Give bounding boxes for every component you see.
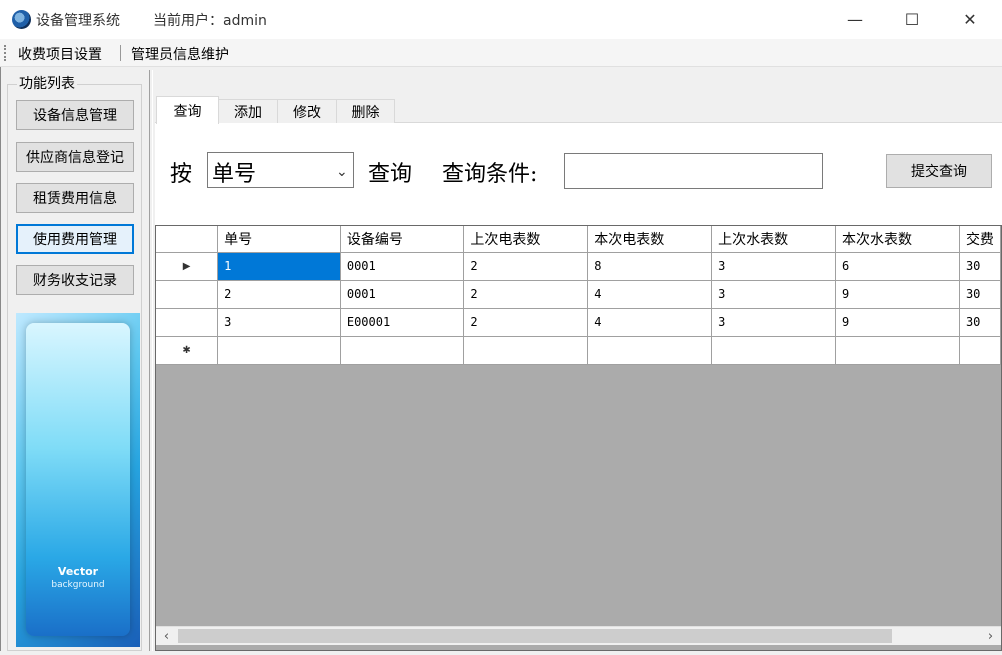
grid-cell[interactable] <box>835 336 960 365</box>
new-row-icon[interactable]: ✱ <box>156 336 219 365</box>
banner-image: Vector background <box>16 313 140 647</box>
table-row[interactable]: ▶ 1 0001 2 8 3 6 30 <box>156 252 1001 281</box>
scroll-left-icon[interactable]: ‹ <box>158 628 175 644</box>
column-header[interactable]: 设备编号 <box>340 226 465 253</box>
row-header-corner <box>156 226 219 253</box>
minimize-button[interactable]: — <box>826 0 884 39</box>
row-header[interactable] <box>156 308 219 337</box>
close-button[interactable]: ✕ <box>941 0 999 39</box>
column-header[interactable]: 上次水表数 <box>711 226 837 253</box>
by-label: 按 <box>170 162 193 187</box>
tab-delete[interactable]: 删除 <box>336 99 395 123</box>
window-bottom-edge <box>0 651 1002 655</box>
grid-cell[interactable]: 2 <box>463 252 589 281</box>
grid-cell[interactable]: 4 <box>587 280 713 309</box>
menu-fee-settings[interactable]: 收费项目设置 <box>18 44 102 64</box>
grid-cell[interactable]: 30 <box>959 308 1001 337</box>
column-header[interactable]: 本次水表数 <box>835 226 960 253</box>
grid-cell[interactable]: 30 <box>959 280 1001 309</box>
menu-grip <box>4 45 6 61</box>
column-header[interactable]: 交费 <box>959 226 1001 253</box>
grid-cell[interactable]: 9 <box>835 280 960 309</box>
tab-edit[interactable]: 修改 <box>277 99 337 123</box>
submit-query-button[interactable]: 提交查询 <box>886 154 992 188</box>
grid-cell[interactable]: 3 <box>711 280 837 309</box>
menu-admin-maintenance[interactable]: 管理员信息维护 <box>131 44 229 64</box>
row-header[interactable] <box>156 280 219 309</box>
grid-cell[interactable] <box>217 336 341 365</box>
grid-cell[interactable]: 0001 <box>340 252 465 281</box>
grid-cell[interactable]: 8 <box>587 252 713 281</box>
table-row[interactable]: 2 0001 2 4 3 9 30 <box>156 280 1001 309</box>
panel-splitter[interactable] <box>149 70 153 655</box>
function-list-label: 功能列表 <box>17 73 77 93</box>
column-header[interactable]: 上次电表数 <box>463 226 589 253</box>
grid-cell[interactable]: 2 <box>463 280 589 309</box>
grid-cell[interactable] <box>711 336 837 365</box>
condition-input[interactable] <box>564 153 823 189</box>
grid-cell[interactable]: E00001 <box>340 308 465 337</box>
maximize-button[interactable]: ☐ <box>883 0 941 39</box>
grid-cell[interactable]: 1 <box>217 252 341 281</box>
scrollbar-thumb[interactable] <box>178 629 892 643</box>
grid-cell[interactable]: 6 <box>835 252 960 281</box>
grid-cell[interactable]: 2 <box>463 308 589 337</box>
menu-separator <box>120 45 121 61</box>
scroll-right-icon[interactable]: › <box>982 628 999 644</box>
grid-cell[interactable]: 2 <box>217 280 341 309</box>
grid-cell[interactable]: 3 <box>711 308 837 337</box>
grid-cell[interactable] <box>463 336 589 365</box>
current-row-indicator-icon[interactable]: ▶ <box>156 252 219 281</box>
tab-add[interactable]: 添加 <box>218 99 278 123</box>
chevron-down-icon[interactable]: ⌄ <box>336 164 348 180</box>
banner-subtitle: background <box>51 580 105 590</box>
grid-table: 单号 设备编号 上次电表数 本次电表数 上次水表数 本次水表数 交费 ▶ 1 0… <box>156 226 1001 365</box>
new-row[interactable]: ✱ <box>156 336 1001 365</box>
window-title: 设备管理系统 <box>36 13 120 29</box>
grid-cell[interactable]: 4 <box>587 308 713 337</box>
tab-query[interactable]: 查询 <box>156 96 219 124</box>
grid-cell[interactable] <box>587 336 713 365</box>
banner-title: Vector <box>57 565 99 578</box>
grid-cell[interactable]: 30 <box>959 252 1001 281</box>
current-user-label: 当前用户：admin <box>153 13 267 29</box>
grid-cell[interactable] <box>340 336 465 365</box>
table-row[interactable]: 3 E00001 2 4 3 9 30 <box>156 308 1001 337</box>
usage-fee-button[interactable]: 使用费用管理 <box>16 224 134 254</box>
query-field-value: 单号 <box>212 162 257 187</box>
data-grid: 单号 设备编号 上次电表数 本次电表数 上次水表数 本次水表数 交费 ▶ 1 0… <box>155 225 1002 651</box>
device-info-button[interactable]: 设备信息管理 <box>16 100 134 130</box>
grid-cell[interactable]: 9 <box>835 308 960 337</box>
condition-label: 查询条件: <box>442 162 538 187</box>
window-left-border <box>0 67 1 655</box>
query-label: 查询 <box>368 162 413 187</box>
grid-cell[interactable]: 3 <box>217 308 341 337</box>
grid-cell[interactable]: 3 <box>711 252 837 281</box>
rental-fee-button[interactable]: 租赁费用信息 <box>16 183 134 213</box>
column-header[interactable]: 单号 <box>217 226 341 253</box>
app-logo-icon <box>12 10 31 29</box>
grid-cell[interactable] <box>959 336 1001 365</box>
finance-record-button[interactable]: 财务收支记录 <box>16 265 134 295</box>
grid-cell[interactable]: 0001 <box>340 280 465 309</box>
column-header[interactable]: 本次电表数 <box>587 226 713 253</box>
supplier-register-button[interactable]: 供应商信息登记 <box>16 142 134 172</box>
grid-header-row: 单号 设备编号 上次电表数 本次电表数 上次水表数 本次水表数 交费 <box>156 226 1001 253</box>
